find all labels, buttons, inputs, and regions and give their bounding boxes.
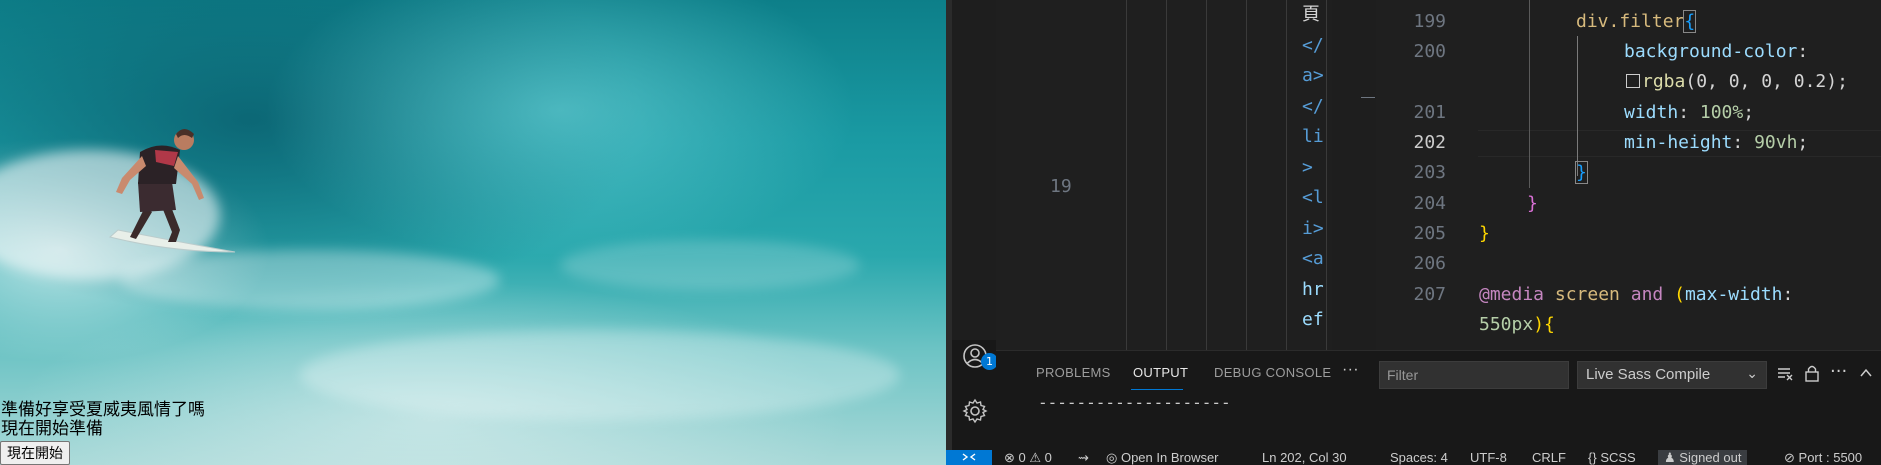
line-number: 204 bbox=[1413, 193, 1446, 214]
indent-guide bbox=[1286, 0, 1287, 350]
folding-marker bbox=[1361, 97, 1375, 98]
line-number: 203 bbox=[1413, 162, 1446, 183]
indent-guide bbox=[1166, 0, 1167, 350]
surfer-image bbox=[108, 129, 236, 253]
more-actions-button[interactable]: ··· bbox=[1342, 361, 1359, 379]
code-line-201: width: 100%; bbox=[1624, 102, 1755, 123]
problems-status[interactable]: ⊗ 0 ⚠ 0 bbox=[1004, 450, 1052, 465]
remote-icon bbox=[962, 453, 976, 461]
maximize-panel-icon[interactable] bbox=[1858, 365, 1874, 381]
open-in-browser-button[interactable]: ◎ Open In Browser bbox=[1106, 450, 1219, 465]
warning-icon: ⚠ bbox=[1029, 450, 1042, 465]
wave-foam bbox=[300, 330, 900, 420]
broadcast-icon[interactable]: ⇝ bbox=[1078, 450, 1089, 465]
bracket-guide bbox=[1529, 0, 1530, 188]
browser-preview: 準備好享受夏威夷風情了嗎 現在開始準備 現在開始 bbox=[0, 0, 946, 465]
code-line: </ bbox=[1302, 34, 1324, 56]
open-in-browser-label: Open In Browser bbox=[1120, 450, 1219, 465]
output-text: -------------------- bbox=[1038, 393, 1231, 412]
indent-guide bbox=[1126, 0, 1127, 350]
language-label: SCSS bbox=[1600, 450, 1636, 465]
eol-status[interactable]: CRLF bbox=[1532, 450, 1566, 465]
indent-guide bbox=[1246, 0, 1247, 350]
chevron-down-icon: ⌄ bbox=[1746, 365, 1758, 381]
wave-foam bbox=[560, 240, 860, 290]
code-line-205: } bbox=[1479, 223, 1490, 244]
more-actions-icon[interactable]: ··· bbox=[1830, 361, 1847, 382]
code-line: 頁 bbox=[1302, 4, 1320, 25]
port-icon: ⊘ bbox=[1784, 450, 1795, 465]
code-line: </ bbox=[1302, 95, 1324, 117]
code-line-199: div.filter{ bbox=[1576, 10, 1697, 33]
bracket-guide bbox=[1577, 36, 1578, 176]
line-number-active: 202 bbox=[1413, 132, 1446, 153]
code-line-204: } bbox=[1527, 193, 1538, 214]
tab-problems[interactable]: PROBLEMS bbox=[1036, 365, 1111, 380]
error-count: 0 bbox=[1018, 450, 1026, 465]
code-line: ef bbox=[1302, 309, 1324, 330]
error-icon: ⊗ bbox=[1004, 450, 1015, 465]
language-mode[interactable]: {} SCSS bbox=[1588, 450, 1636, 465]
color-swatch[interactable] bbox=[1626, 74, 1640, 88]
line-number: 19 bbox=[1050, 176, 1072, 197]
preview-text-block: 準備好享受夏威夷風情了嗎 現在開始準備 bbox=[1, 401, 205, 439]
cursor-position[interactable]: Ln 202, Col 30 bbox=[1262, 450, 1347, 465]
html-code-wrapped[interactable]: 頁 </ a> </ li > <l i> <a hr ef bbox=[1302, 0, 1342, 336]
active-tab-indicator bbox=[1131, 389, 1183, 390]
encoding-status[interactable]: UTF-8 bbox=[1470, 450, 1507, 465]
code-line: li bbox=[1302, 126, 1324, 147]
signed-out-label: Signed out bbox=[1679, 450, 1742, 465]
remote-indicator-button[interactable] bbox=[946, 450, 992, 465]
gear-icon[interactable] bbox=[962, 398, 988, 424]
start-button[interactable]: 現在開始 bbox=[0, 441, 70, 465]
output-channel-select[interactable]: Live Sass Compile ⌄ bbox=[1577, 361, 1767, 389]
indentation-status[interactable]: Spaces: 4 bbox=[1390, 450, 1448, 465]
code-line-207-wrap: 550px){ bbox=[1479, 314, 1555, 335]
port-label: Port : 5500 bbox=[1798, 450, 1863, 465]
code-line: hr bbox=[1302, 278, 1324, 300]
code-line-203: } bbox=[1575, 161, 1588, 184]
code-line: <l bbox=[1302, 187, 1324, 208]
warning-count: 0 bbox=[1044, 450, 1052, 465]
code-line-202: min-height: 90vh; bbox=[1624, 132, 1809, 153]
tab-debug-console[interactable]: DEBUG CONSOLE bbox=[1214, 365, 1331, 380]
status-bar: ⊗ 0 ⚠ 0 ⇝ ◎ Open In Browser Ln 202, Col … bbox=[946, 450, 1881, 465]
filter-input[interactable] bbox=[1379, 361, 1569, 389]
signed-out-status[interactable]: ♟ Signed out bbox=[1658, 450, 1748, 465]
code-line: <a bbox=[1302, 248, 1324, 269]
line-number: 207 bbox=[1413, 284, 1446, 305]
clear-output-icon[interactable] bbox=[1776, 365, 1794, 383]
line-number: 205 bbox=[1413, 223, 1446, 244]
line-number: 199 bbox=[1413, 11, 1446, 32]
code-line: i> bbox=[1302, 217, 1324, 239]
tab-output[interactable]: OUTPUT bbox=[1133, 365, 1188, 380]
braces-icon: {} bbox=[1588, 450, 1597, 465]
lock-icon[interactable] bbox=[1804, 364, 1820, 382]
code-line-207: @media screen and (max-width: bbox=[1479, 284, 1794, 305]
output-channel-value: Live Sass Compile bbox=[1586, 366, 1711, 383]
live-server-port[interactable]: ⊘ Port : 5500 bbox=[1784, 450, 1862, 465]
bottom-panel: PROBLEMS OUTPUT DEBUG CONSOLE ··· Live S… bbox=[996, 350, 1881, 450]
globe-icon: ◎ bbox=[1106, 450, 1118, 465]
line-number: 206 bbox=[1413, 253, 1446, 274]
code-line: a> bbox=[1302, 65, 1324, 86]
code-line: > bbox=[1302, 156, 1313, 178]
code-line-200-wrap: rgba(0, 0, 0, 0.2); bbox=[1626, 71, 1848, 92]
accounts-icon: ♟ bbox=[1664, 450, 1676, 465]
line-number: 200 bbox=[1413, 41, 1446, 62]
code-line-200: background-color: bbox=[1624, 41, 1809, 62]
editor-group-left[interactable] bbox=[996, 0, 1332, 350]
preview-subline: 現在開始準備 bbox=[1, 419, 103, 439]
line-number: 201 bbox=[1413, 102, 1446, 123]
preview-headline: 準備好享受夏威夷風情了嗎 bbox=[1, 400, 205, 420]
indent-guide bbox=[1206, 0, 1207, 350]
